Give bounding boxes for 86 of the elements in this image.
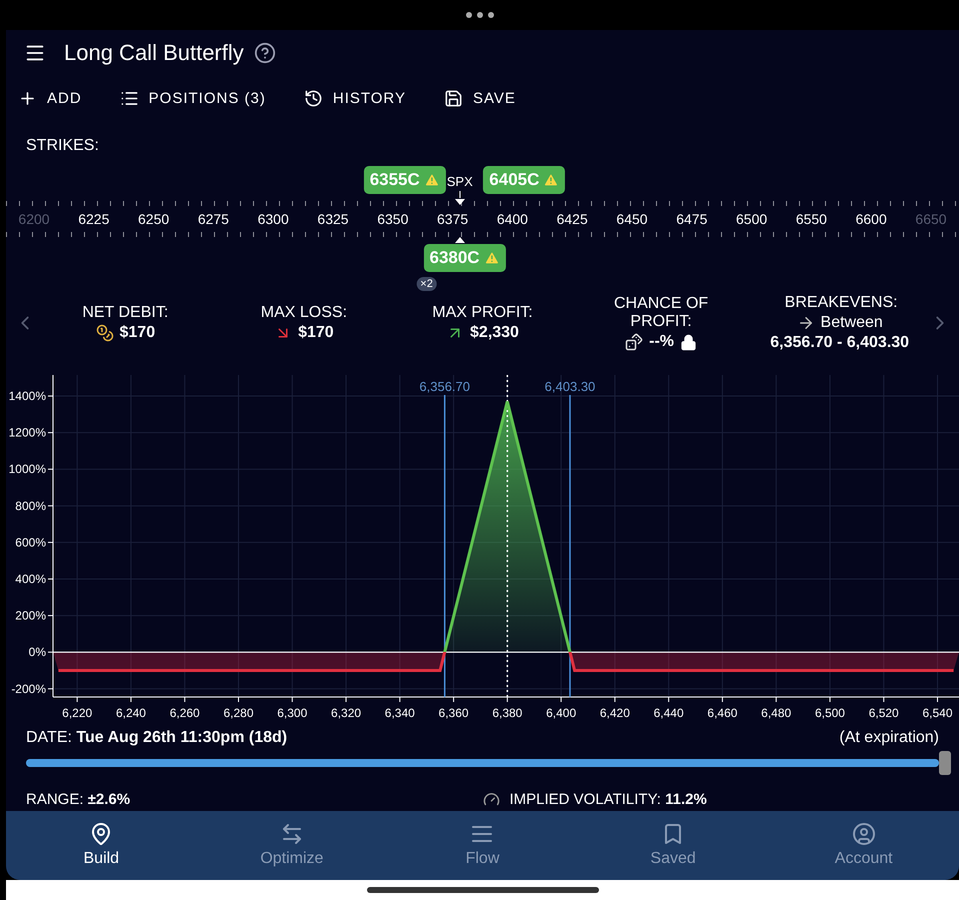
strike-tick-label: 6250 bbox=[138, 211, 170, 228]
account-icon bbox=[852, 822, 876, 846]
toolbar-button[interactable]: SAVE bbox=[442, 84, 518, 112]
toolbar-button[interactable]: ADD bbox=[16, 84, 84, 112]
x-tick-label: 6,440 bbox=[654, 706, 684, 720]
nav-tab[interactable]: Flow bbox=[387, 810, 578, 880]
stat-label: MAX PROFIT: bbox=[432, 304, 533, 322]
strike-tick-label: 6300 bbox=[258, 211, 289, 228]
strike-tick-label: 6375 bbox=[437, 211, 468, 228]
strike-tick-label: 6400 bbox=[496, 211, 528, 228]
strike-tick-label: 6650 bbox=[915, 211, 947, 228]
strike-chip[interactable]: 6405C bbox=[483, 166, 566, 194]
stat-value: $2,330 bbox=[470, 324, 519, 342]
strikes-label: STRIKES: bbox=[26, 137, 99, 156]
strike-chip[interactable]: 6380C bbox=[424, 244, 506, 272]
stat-label: MAX LOSS: bbox=[260, 304, 348, 322]
x-tick-label: 6,540 bbox=[922, 706, 952, 720]
stat-note: Between bbox=[820, 314, 883, 332]
stat-value: 6,356.70 - 6,403.30 bbox=[770, 334, 910, 352]
x-tick-label: 6,300 bbox=[277, 706, 308, 720]
x-tick-label: 6,380 bbox=[492, 706, 522, 720]
strike-tick-label: 6450 bbox=[616, 211, 648, 228]
nav-tab[interactable]: Saved bbox=[578, 810, 768, 880]
nav-tab[interactable]: Account bbox=[768, 810, 959, 880]
x-tick-label: 6,420 bbox=[600, 706, 630, 720]
x-tick-label: 6,520 bbox=[868, 706, 899, 720]
strike-tick-label: 6225 bbox=[78, 211, 110, 228]
x-tick-label: 6,360 bbox=[438, 706, 469, 720]
expiration-note: (At expiration) bbox=[839, 729, 939, 748]
y-tick-label: -200% bbox=[11, 682, 46, 696]
breakeven-label: 6,356.70 bbox=[419, 379, 470, 394]
toolbar-button[interactable]: HISTORY bbox=[302, 84, 408, 112]
y-tick-label: 800% bbox=[15, 498, 46, 513]
x-tick-label: 6,320 bbox=[331, 706, 362, 720]
strike-tick-label: 6325 bbox=[317, 211, 349, 228]
x-tick-label: 6,240 bbox=[116, 706, 146, 720]
stat-value: --% bbox=[649, 333, 674, 352]
y-tick-label: 0% bbox=[28, 645, 46, 660]
x-tick-label: 6,280 bbox=[223, 706, 254, 720]
strike-tick-label: 6475 bbox=[676, 211, 708, 228]
date-text: DATE: Tue Aug 26th 11:30pm (18d) bbox=[26, 729, 288, 748]
stat-label: CHANCE OF PROFIT: bbox=[612, 295, 710, 332]
stat-value: $170 bbox=[298, 324, 334, 342]
dice-icon bbox=[625, 333, 644, 352]
strike-tick-label: 6550 bbox=[796, 211, 827, 228]
strike-tick-label: 6600 bbox=[856, 211, 887, 228]
nav-tab[interactable]: Build bbox=[6, 810, 197, 880]
strike-chip[interactable]: 6355C bbox=[364, 166, 446, 194]
coins-icon bbox=[96, 324, 114, 342]
x-tick-label: 6,220 bbox=[62, 706, 92, 720]
window-handle-icon[interactable] bbox=[466, 12, 494, 18]
y-tick-label: 600% bbox=[15, 535, 46, 550]
x-tick-label: 6,260 bbox=[170, 706, 200, 720]
x-tick-label: 6,400 bbox=[546, 706, 576, 720]
page-title: Long Call Butterfly bbox=[64, 40, 244, 66]
strike-tick-label: 6350 bbox=[377, 211, 408, 228]
quantity-badge: ×2 bbox=[416, 277, 437, 292]
y-tick-label: 1000% bbox=[8, 462, 46, 476]
warning-icon bbox=[543, 172, 560, 188]
toolbar-button[interactable]: POSITIONS (3) bbox=[118, 84, 268, 112]
stat-label: NET DEBIT: bbox=[82, 304, 168, 322]
y-tick-label: 200% bbox=[15, 608, 46, 623]
save-icon bbox=[444, 88, 463, 108]
stat-label: BREAKEVENS: bbox=[784, 294, 895, 312]
y-tick-label: 1200% bbox=[8, 426, 46, 440]
y-tick-label: 400% bbox=[15, 572, 46, 586]
underlying-label: SPX bbox=[446, 174, 473, 190]
slider-thumb[interactable] bbox=[939, 751, 951, 776]
nav-tab[interactable]: Optimize bbox=[196, 810, 388, 880]
x-tick-label: 6,500 bbox=[814, 706, 845, 720]
info-text: RANGE: ±2.6% bbox=[26, 791, 130, 808]
x-tick-label: 6,480 bbox=[761, 706, 792, 720]
strike-tick-label: 6425 bbox=[556, 211, 588, 228]
x-tick-label: 6,460 bbox=[707, 706, 738, 720]
strike-tick-label: 6275 bbox=[198, 211, 229, 228]
strike-tick-label: 6500 bbox=[736, 211, 768, 228]
history-icon bbox=[304, 88, 323, 108]
stat-value: $170 bbox=[120, 324, 156, 342]
breakeven-label: 6,403.30 bbox=[544, 379, 596, 394]
x-tick-label: 6,340 bbox=[384, 706, 415, 720]
warning-icon bbox=[424, 172, 440, 188]
strike-tick-label: 6200 bbox=[18, 211, 50, 228]
warning-icon bbox=[484, 250, 500, 266]
info-text: IMPLIED VOLATILITY: 11.2% bbox=[510, 791, 707, 808]
y-tick-label: 1400% bbox=[8, 389, 46, 404]
help-icon[interactable] bbox=[254, 42, 276, 64]
